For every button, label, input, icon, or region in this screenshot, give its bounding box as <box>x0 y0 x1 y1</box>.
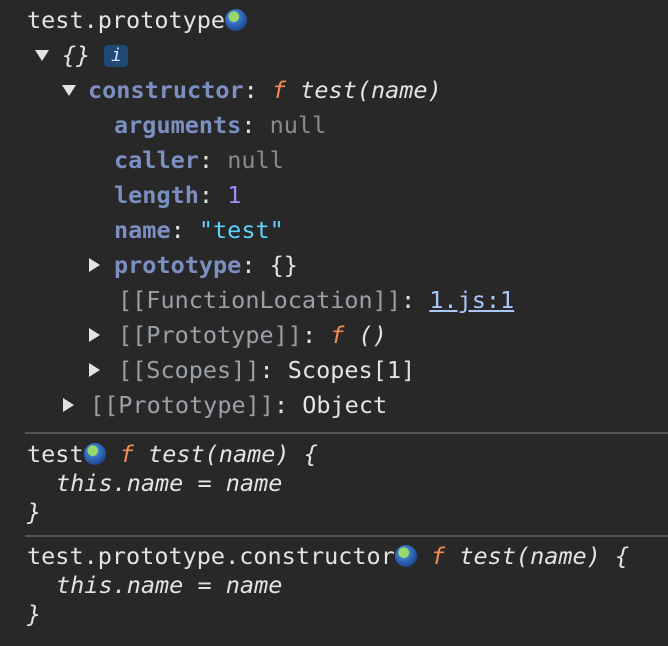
property-key: prototype <box>114 251 242 279</box>
tree-item-outer-prototype[interactable]: [[Prototype]]: Object <box>63 388 387 423</box>
info-badge-icon[interactable]: i <box>104 45 129 67</box>
function-close: } <box>27 498 42 526</box>
console-expression: test.prototype.constructor f test(name) … <box>27 542 629 571</box>
property-key: caller <box>114 146 199 174</box>
separator: : <box>241 111 270 139</box>
separator: : <box>301 321 331 349</box>
property-key: [[Prototype]] <box>118 321 302 349</box>
property-value: null <box>269 111 327 139</box>
property-key: name <box>114 216 171 244</box>
expand-triangle-icon[interactable] <box>62 85 76 96</box>
separator: : <box>198 146 228 174</box>
tree-item-caller: caller: null <box>114 143 284 178</box>
function-signature: test(name) { <box>459 542 630 570</box>
function-signature: test(name) <box>300 76 442 104</box>
separator: : <box>170 216 199 244</box>
function-body: this.name = name <box>56 571 283 599</box>
property-value: null <box>227 146 284 174</box>
separator: : <box>241 251 270 279</box>
tree-item-name: name: "test" <box>114 213 284 248</box>
globe-icon <box>394 545 417 567</box>
property-key: [[Scopes]] <box>118 356 260 384</box>
property-value: {} <box>269 251 298 279</box>
function-signature: test(name) { <box>148 440 318 468</box>
collapse-triangle-icon[interactable] <box>89 363 100 377</box>
property-key: constructor <box>88 76 244 104</box>
console-divider <box>25 535 668 537</box>
function-body: this.name = name <box>56 469 283 497</box>
expression-text: test <box>27 440 84 468</box>
console-divider <box>25 432 668 434</box>
property-value: 1 <box>227 181 242 209</box>
expression-text: test.prototype.constructor <box>27 542 395 570</box>
tree-root[interactable]: {} i <box>35 38 129 73</box>
property-value: "test" <box>198 216 284 244</box>
separator: : <box>273 391 303 419</box>
source-link[interactable]: 1.js:1 <box>429 286 514 314</box>
property-value: () <box>358 321 387 349</box>
separator: : <box>400 286 430 314</box>
tree-item-constructor[interactable]: constructor: f test(name) <box>62 73 442 108</box>
tree-item-prototype[interactable]: prototype: {} <box>89 248 298 283</box>
function-marker: f <box>119 440 134 468</box>
expression-text: test.prototype <box>27 6 226 34</box>
property-key: length <box>114 181 199 209</box>
property-key: [[Prototype]] <box>90 391 274 419</box>
tree-item-arguments: arguments: null <box>114 108 326 143</box>
tree-item-scopes[interactable]: [[Scopes]]: Scopes[1] <box>89 353 415 388</box>
property-key: [[FunctionLocation]] <box>118 286 401 314</box>
function-close: } <box>27 600 42 628</box>
root-object: {} <box>62 41 91 69</box>
function-marker: f <box>431 542 446 570</box>
property-key: arguments <box>114 111 242 139</box>
separator: : <box>243 76 272 104</box>
collapse-triangle-icon[interactable] <box>89 328 100 342</box>
property-value: Scopes[1] <box>287 356 416 384</box>
console-expression: test f test(name) { <box>27 440 318 469</box>
function-marker: f <box>330 321 345 349</box>
tree-item-function-location: [[FunctionLocation]]: 1.js:1 <box>118 283 514 318</box>
globe-icon <box>83 443 106 465</box>
separator: : <box>198 181 228 209</box>
separator: : <box>259 356 288 384</box>
expand-triangle-icon[interactable] <box>35 50 49 61</box>
tree-item-inner-prototype[interactable]: [[Prototype]]: f () <box>89 318 387 353</box>
collapse-triangle-icon[interactable] <box>89 258 100 272</box>
property-value: Object <box>302 391 388 419</box>
console-expression: test.prototype <box>27 3 248 38</box>
collapse-triangle-icon[interactable] <box>63 398 74 412</box>
tree-item-length: length: 1 <box>114 178 241 213</box>
globe-icon <box>225 9 248 31</box>
function-marker: f <box>271 76 287 104</box>
